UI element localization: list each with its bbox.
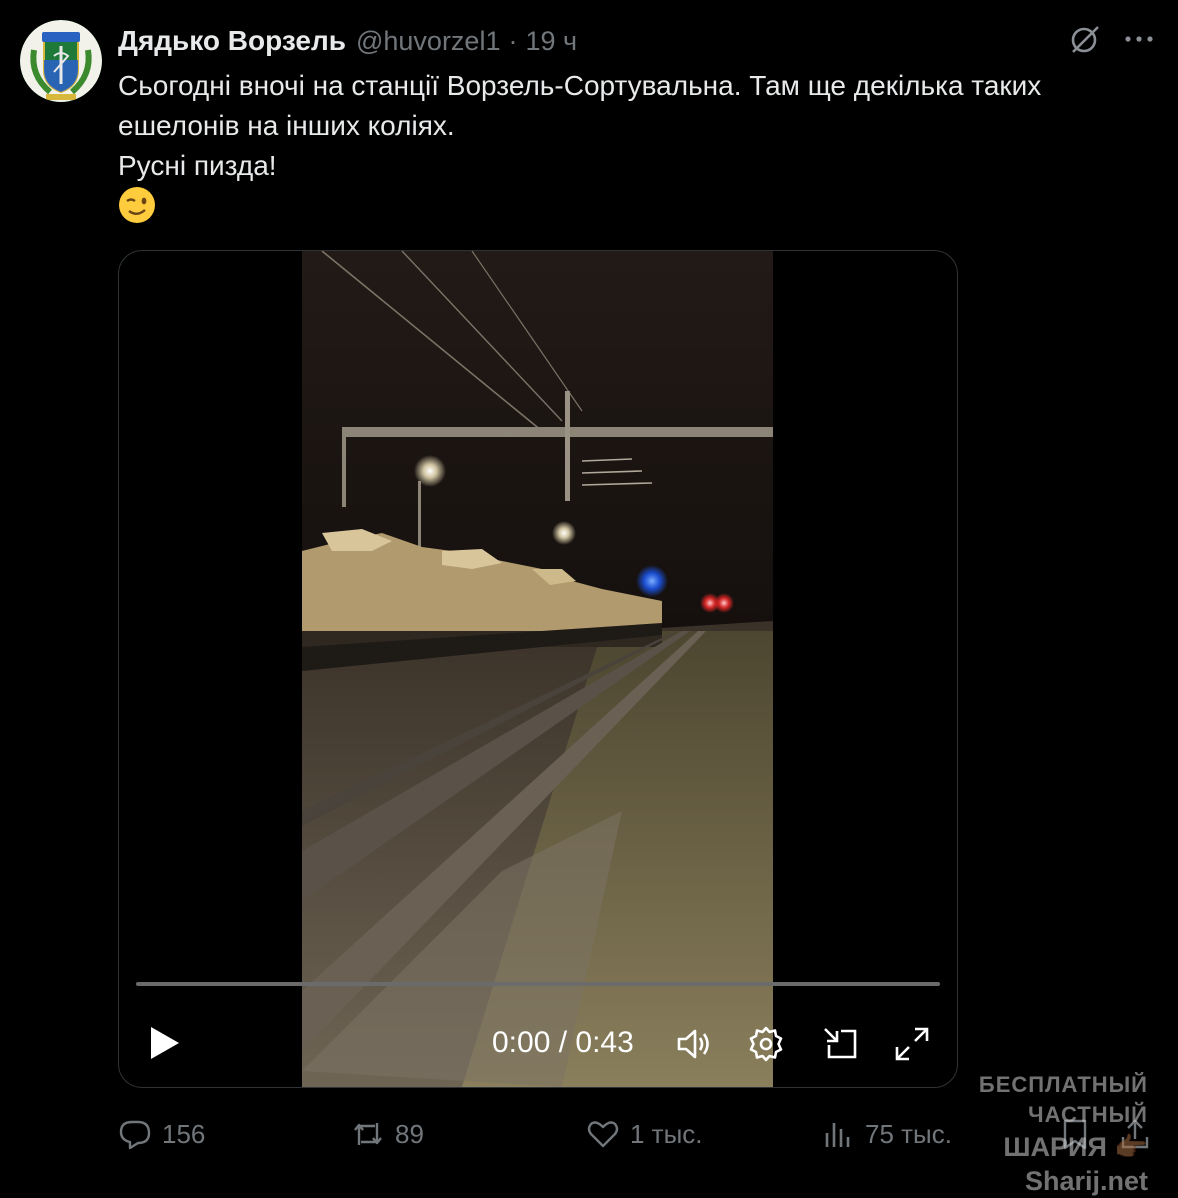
repost-icon [354, 1123, 382, 1145]
video-time-display: 0:00 / 0:43 [492, 1026, 634, 1059]
repost-button[interactable]: 89 [351, 1112, 424, 1156]
author-name[interactable]: Дядько Ворзель [118, 25, 346, 57]
fullscreen-icon[interactable] [893, 1025, 931, 1063]
views-button[interactable]: 75 тыс. [821, 1112, 952, 1156]
repost-count: 89 [395, 1118, 424, 1149]
coat-of-arms-icon [20, 20, 102, 102]
volume-icon[interactable] [675, 1025, 713, 1063]
separator-dot: · [508, 25, 518, 56]
tweet-actions: 156 89 1 тыс. 75 тыс. [118, 1112, 1158, 1156]
play-icon[interactable] [147, 1025, 183, 1061]
views-count: 75 тыс. [865, 1118, 952, 1149]
grok-icon[interactable] [1068, 22, 1102, 56]
tweet-line: Сьогодні вночі на станції Ворзель-Сортув… [118, 70, 1042, 101]
video-progress-bar[interactable] [136, 982, 940, 986]
picture-in-picture-icon[interactable] [821, 1025, 859, 1063]
tweet-line: Русні пизда! [118, 150, 277, 181]
tweet-time[interactable]: 19 ч [525, 26, 577, 57]
reply-button[interactable]: 156 [118, 1112, 205, 1156]
reply-count: 156 [162, 1118, 206, 1149]
author-handle[interactable]: @huvorzel1 [356, 26, 500, 57]
tweet-text: Сьогодні вночі на станції Ворзель-Сортув… [118, 66, 1148, 186]
bookmark-icon [1063, 1119, 1087, 1150]
like-count: 1 тыс. [630, 1118, 703, 1149]
views-chart-icon [825, 1123, 850, 1147]
heart-icon [587, 1121, 619, 1148]
share-icon [1121, 1119, 1149, 1149]
video-frame[interactable] [302, 251, 773, 1087]
settings-gear-icon[interactable] [747, 1025, 785, 1063]
video-player[interactable]: 0:00 / 0:43 [118, 250, 958, 1088]
more-options-icon[interactable] [1122, 22, 1156, 56]
like-button[interactable]: 1 тыс. [586, 1112, 703, 1156]
tweet-header: Дядько Ворзель @huvorzel1 · 19 ч [118, 24, 577, 58]
share-button[interactable] [1118, 1112, 1162, 1156]
tweet-line: ешелонів на інших коліях. [118, 110, 455, 141]
bookmark-button[interactable] [1058, 1112, 1102, 1156]
video-controls: 0:00 / 0:43 [119, 1021, 957, 1065]
wink-emoji-icon [118, 186, 156, 224]
avatar[interactable] [20, 20, 102, 102]
top-actions [1068, 22, 1156, 56]
reply-icon [119, 1120, 151, 1150]
